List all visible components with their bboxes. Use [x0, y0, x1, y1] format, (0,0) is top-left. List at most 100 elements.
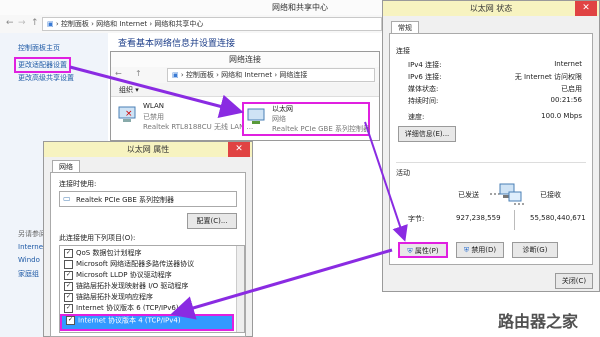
- list-item-label: 链路层拓扑发现映射器 I/O 驱动程序: [76, 282, 189, 290]
- bytes-received: 55,580,440,671: [530, 214, 586, 222]
- status-title: 以太网 状态: [469, 4, 513, 13]
- ethernet-adapter-icon: [247, 108, 265, 124]
- bytes-label: 字节:: [408, 215, 425, 223]
- sent-label: 已发送: [458, 191, 479, 199]
- checkbox[interactable]: ✓: [64, 292, 73, 302]
- props-title: 以太网 属性: [126, 145, 170, 154]
- main-heading: 查看基本网络信息并设置连接: [118, 39, 236, 49]
- back-arrow-icon[interactable]: ←: [6, 18, 14, 28]
- adapter-ethernet-status: 网络: [272, 115, 286, 123]
- status-titlebar: 以太网 状态 ✕: [383, 1, 599, 16]
- adapter-ethernet-name: 以太网: [272, 105, 293, 113]
- checkbox[interactable]: [64, 259, 73, 269]
- svg-text:×: ×: [125, 109, 133, 119]
- main-address-bar[interactable]: ▣ › 控制面板 › 网络和 Internet › 网络和共享中心: [42, 17, 382, 31]
- divider: [396, 162, 586, 163]
- adapter-ethernet[interactable]: 以太网 网络 Realtek PCIe GBE 系列控制器: [242, 102, 370, 136]
- properties-button[interactable]: ⛨ 属性(P): [398, 242, 448, 258]
- sidebar-home-link[interactable]: 控制面板主页: [18, 43, 60, 53]
- props-close-icon[interactable]: ✕: [228, 142, 250, 157]
- adapter-ethernet-device: Realtek PCIe GBE 系列控制器: [272, 125, 370, 133]
- checkbox[interactable]: ✓: [64, 281, 73, 291]
- net-back-icon[interactable]: ←: [115, 69, 122, 78]
- list-item-ipv4-selected[interactable]: ✓ Internet 协议版本 4 (TCP/IPv4): [60, 314, 234, 331]
- breadcrumb-sharing-center[interactable]: 网络和共享中心: [154, 20, 203, 28]
- status-dialog: 以太网 状态 ✕ 常规 连接 IPv4 连接: Internet IPv6 连接…: [382, 0, 600, 292]
- connect-using-label: 连接时使用:: [59, 180, 97, 188]
- list-item[interactable]: ✓ 链路层拓扑发现响应程序: [60, 292, 244, 303]
- sidebar-change-adapter-link[interactable]: 更改适配器设置: [14, 57, 71, 73]
- breadcrumb-network-internet[interactable]: 网络和 Internet: [96, 20, 147, 28]
- see-also-homegroup[interactable]: 家庭组: [18, 269, 39, 279]
- net-crumb-network-internet[interactable]: 网络和 Internet: [221, 71, 272, 79]
- net-toolbar: 组织 ▾: [111, 83, 379, 97]
- ipv6-label: IPv6 连接:: [408, 73, 442, 81]
- list-item-label: Microsoft LLDP 协议驱动程序: [76, 271, 172, 279]
- list-item-label: Internet 协议版本 6 (TCP/IPv6): [76, 304, 179, 312]
- forward-arrow-icon[interactable]: →: [18, 18, 26, 28]
- net-crumb-connections[interactable]: 网络连接: [279, 71, 307, 79]
- net-titlebar: 网络连接: [111, 52, 379, 67]
- breadcrumb-control-panel[interactable]: 控制面板: [61, 20, 89, 28]
- items-list: ✓ QoS 数据包计划程序 Microsoft 网络适配器多路传送器协议 ✓ Mic…: [59, 245, 245, 333]
- up-arrow-icon[interactable]: ↑: [31, 18, 39, 28]
- received-label: 已接收: [540, 191, 561, 199]
- adapter-wlan[interactable]: × WLAN 已禁用 Realtek RTL8188CU 无线 LAN ...: [115, 102, 253, 136]
- properties-button-label: 属性(P): [414, 247, 439, 255]
- ipv4-label: IPv4 连接:: [408, 61, 442, 69]
- details-button[interactable]: 详细信息(E)...: [398, 126, 456, 142]
- ipv4-value: Internet: [554, 60, 582, 68]
- list-item-label: Microsoft 网络适配器多路传送器协议: [76, 260, 195, 268]
- net-crumb-control-panel[interactable]: 控制面板: [186, 71, 214, 79]
- props-panel: 连接时使用: ▭ Realtek PCIe GBE 系列控制器 配置(C)...…: [50, 172, 246, 337]
- speed-value: 100.0 Mbps: [541, 112, 582, 120]
- net-connections-window: 网络连接 ← ↑ ▣ › 控制面板 › 网络和 Internet › 网络连接 …: [110, 51, 380, 141]
- ipv6-value: 无 Internet 访问权限: [514, 73, 582, 81]
- list-item[interactable]: ✓ Microsoft LLDP 协议驱动程序: [60, 270, 244, 281]
- shield-icon: ⛨: [407, 247, 413, 255]
- list-item[interactable]: ✓ Internet 协议版本 6 (TCP/IPv6): [60, 303, 244, 314]
- net-title: 网络连接: [229, 55, 261, 64]
- organize-button[interactable]: 组织 ▾: [119, 85, 139, 95]
- checkbox[interactable]: ✓: [64, 248, 73, 258]
- divider: [514, 210, 515, 230]
- disable-button-label: 禁用(D): [471, 246, 497, 254]
- main-title: 网络和共享中心: [272, 3, 328, 12]
- adapter-name-box: ▭ Realtek PCIe GBE 系列控制器: [59, 191, 237, 207]
- see-also-internet[interactable]: Internet: [18, 243, 46, 251]
- list-item-label: 链路层拓扑发现响应程序: [76, 293, 153, 301]
- adapter-wlan-status: 已禁用: [143, 113, 164, 121]
- net-address-row: ← ↑ ▣ › 控制面板 › 网络和 Internet › 网络连接: [111, 67, 379, 83]
- shield-icon: ⛨: [463, 246, 470, 254]
- list-item[interactable]: Microsoft 网络适配器多路传送器协议: [60, 259, 244, 270]
- net-folder-icon: ▣: [172, 71, 179, 79]
- properties-dialog: 以太网 属性 ✕ 网络 连接时使用: ▭ Realtek PCIe GBE 系列…: [43, 141, 253, 337]
- configure-button[interactable]: 配置(C)...: [187, 213, 237, 229]
- items-label: 此连接使用下列项目(O):: [59, 234, 136, 242]
- diagnose-button[interactable]: 诊断(G): [512, 242, 558, 258]
- folder-icon: ▣: [47, 20, 54, 28]
- list-item-label: QoS 数据包计划程序: [76, 249, 142, 257]
- main-address-row: ← → ↑ ▣ › 控制面板 › 网络和 Internet › 网络和共享中心: [0, 15, 390, 33]
- duration-label: 持续时间:: [408, 97, 439, 105]
- close-button[interactable]: 关闭(C): [555, 273, 593, 289]
- status-close-icon[interactable]: ✕: [575, 1, 597, 16]
- disable-button[interactable]: ⛨ 禁用(D): [456, 242, 504, 258]
- see-also-title: 另请参阅: [18, 230, 46, 238]
- see-also-windows[interactable]: Windo: [18, 256, 40, 264]
- checkbox[interactable]: ✓: [64, 303, 73, 313]
- list-item-label: Internet 协议版本 4 (TCP/IPv4): [78, 316, 181, 325]
- list-scrollbar[interactable]: [236, 246, 244, 332]
- sidebar-change-sharing-link[interactable]: 更改高级共享设置: [18, 73, 74, 83]
- watermark: 路由器之家: [498, 312, 579, 331]
- list-item[interactable]: ✓ QoS 数据包计划程序: [60, 248, 244, 259]
- activity-section-label: 活动: [396, 169, 410, 177]
- net-up-icon[interactable]: ↑: [135, 69, 142, 78]
- speed-label: 速度:: [408, 113, 425, 121]
- list-item[interactable]: ✓ 链路层拓扑发现映射器 I/O 驱动程序: [60, 281, 244, 292]
- network-activity-icon: [490, 183, 524, 205]
- net-address-bar[interactable]: ▣ › 控制面板 › 网络和 Internet › 网络连接: [167, 68, 375, 82]
- checkbox[interactable]: ✓: [64, 270, 73, 280]
- checkbox[interactable]: ✓: [66, 316, 75, 325]
- props-titlebar: 以太网 属性 ✕: [44, 142, 252, 157]
